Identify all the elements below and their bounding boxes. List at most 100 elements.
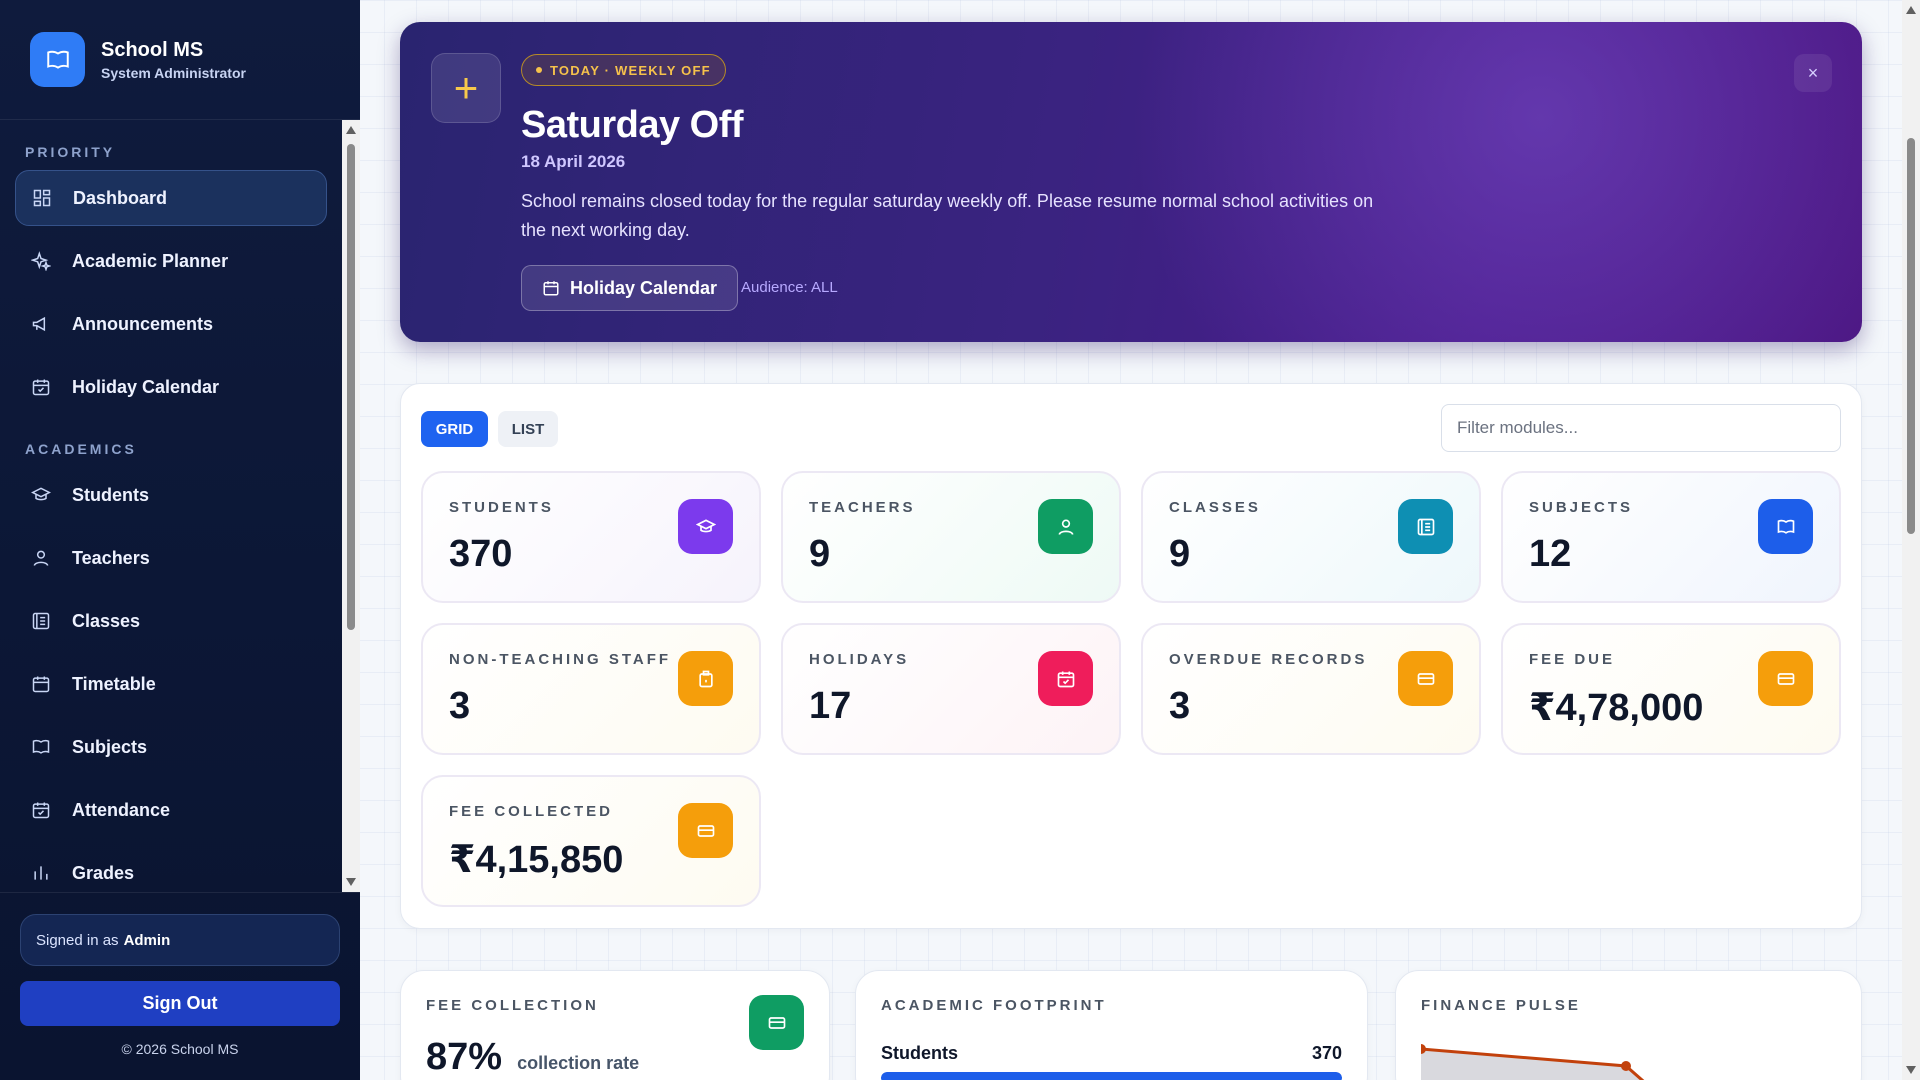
sidebar-item-subjects[interactable]: Subjects <box>15 719 327 775</box>
stat-card-fee-due[interactable]: FEE DUE ₹4,78,000 <box>1501 623 1841 755</box>
megaphone-icon <box>30 313 52 335</box>
filter-modules-input[interactable] <box>1441 404 1841 452</box>
close-icon[interactable]: × <box>1794 54 1832 92</box>
calendar-check-icon <box>30 799 52 821</box>
sidebar-item-classes[interactable]: Classes <box>15 593 327 649</box>
graduation-cap-icon <box>678 499 733 554</box>
brand-subtitle: System Administrator <box>101 64 246 81</box>
scroll-down-icon[interactable] <box>346 878 356 886</box>
bar-chart-icon <box>30 862 52 884</box>
list-box-icon <box>1398 499 1453 554</box>
stat-label: OVERDUE RECORDS <box>1169 651 1368 668</box>
sidebar-item-students[interactable]: Students <box>15 467 327 523</box>
user-icon <box>1038 499 1093 554</box>
stat-value: 3 <box>449 685 471 727</box>
stat-value: 3 <box>1169 685 1191 727</box>
calendar-check-icon <box>30 376 52 398</box>
sidebar-item-teachers[interactable]: Teachers <box>15 530 327 586</box>
card-icon <box>1398 651 1453 706</box>
sidebar-item-label: Announcements <box>72 313 214 334</box>
dot-icon <box>536 67 542 73</box>
list-box-icon <box>30 610 52 632</box>
status-badge: TODAY · WEEKLY OFF <box>521 54 726 86</box>
sidebar-item-label: Timetable <box>72 673 156 694</box>
stat-value: 9 <box>809 533 831 575</box>
sidebar-item-label: Subjects <box>72 736 148 757</box>
stat-value: 12 <box>1529 533 1572 575</box>
footprint-row-label: Students <box>881 1043 959 1063</box>
sidebar-item-holiday-calendar[interactable]: Holiday Calendar <box>15 359 327 415</box>
holiday-calendar-button[interactable]: Holiday Calendar <box>521 265 739 311</box>
stat-value: ₹4,15,850 <box>449 839 624 881</box>
fee-collection-card[interactable]: FEE COLLECTION 87% collection rate <box>400 970 830 1080</box>
page-scrollbar-thumb[interactable] <box>1907 138 1915 534</box>
sidebar-item-dashboard[interactable]: Dashboard <box>15 170 327 226</box>
sidebar-item-label: Holiday Calendar <box>72 376 220 397</box>
sidebar-item-announcements[interactable]: Announcements <box>15 296 327 352</box>
sidebar-item-attendance[interactable]: Attendance <box>15 782 327 838</box>
view-list-button[interactable]: LIST <box>498 411 558 447</box>
copyright: © 2026 School MS <box>121 1041 239 1057</box>
card-icon <box>678 803 733 858</box>
stat-label: STUDENTS <box>449 499 554 516</box>
academic-footprint-card: ACADEMIC FOOTPRINT Students 370 <box>855 970 1368 1080</box>
scroll-up-icon[interactable] <box>346 126 356 134</box>
sidebar-scrollbar[interactable] <box>342 120 360 892</box>
stat-card-non-teaching-staff[interactable]: NON-TEACHING STAFF 3 <box>421 623 761 755</box>
fee-collection-label: FEE COLLECTION <box>426 997 599 1014</box>
sidebar-item-label: Dashboard <box>73 187 168 208</box>
book-icon <box>1758 499 1813 554</box>
stat-label: FEE COLLECTED <box>449 803 614 820</box>
view-grid-button[interactable]: GRID <box>421 411 488 447</box>
calendar-icon <box>543 281 559 296</box>
stat-label: SUBJECTS <box>1529 499 1634 516</box>
stat-label: FEE DUE <box>1529 651 1616 668</box>
calendar-check-icon <box>1038 651 1093 706</box>
sidebar-item-academic-planner[interactable]: Academic Planner <box>15 233 327 289</box>
finance-pulse-label: FINANCE PULSE <box>1421 997 1581 1014</box>
sidebar-item-timetable[interactable]: Timetable <box>15 656 327 712</box>
user-icon <box>30 547 52 569</box>
stat-label: CLASSES <box>1169 499 1261 516</box>
banner-description: School remains closed today for the regu… <box>521 191 1374 240</box>
stat-card-holidays[interactable]: HOLIDAYS 17 <box>781 623 1121 755</box>
calendar-icon <box>30 673 52 695</box>
nav-section-title: ACADEMICS <box>25 441 137 457</box>
stat-label: HOLIDAYS <box>809 651 910 668</box>
stat-label: TEACHERS <box>809 499 916 516</box>
sidebar-footer: Signed in as Admin Sign Out © 2026 Schoo… <box>0 892 360 1080</box>
banner-title: Saturday Off <box>521 104 744 146</box>
sidebar-nav: PRIORITY Dashboard Academic Planner Anno… <box>0 120 342 892</box>
stat-card-students[interactable]: STUDENTS 370 <box>421 471 761 603</box>
badge-icon <box>678 651 733 706</box>
stat-card-overdue-records[interactable]: OVERDUE RECORDS 3 <box>1141 623 1481 755</box>
stat-value: 9 <box>1169 533 1191 575</box>
stat-card-classes[interactable]: CLASSES 9 <box>1141 471 1481 603</box>
page-scrollbar[interactable] <box>1902 0 1920 1080</box>
graduation-cap-icon <box>30 484 52 506</box>
stat-card-teachers[interactable]: TEACHERS 9 <box>781 471 1121 603</box>
finance-pulse-point <box>1621 1061 1631 1071</box>
stat-card-subjects[interactable]: SUBJECTS 12 <box>1501 471 1841 603</box>
signed-in-user: Admin <box>123 931 171 949</box>
sign-out-button[interactable]: Sign Out <box>20 981 340 1026</box>
academic-footprint-label: ACADEMIC FOOTPRINT <box>881 997 1107 1014</box>
sidebar-item-label: Students <box>72 484 150 505</box>
stat-value: 370 <box>449 533 513 575</box>
footprint-row-value: 370 <box>1311 1043 1342 1063</box>
signed-in-badge: Signed in as Admin <box>20 914 340 966</box>
footprint-progress-fill <box>881 1072 1342 1080</box>
book-icon <box>30 32 85 87</box>
sidebar-scrollbar-thumb[interactable] <box>347 144 355 630</box>
stat-card-fee-collected[interactable]: FEE COLLECTED ₹4,15,850 <box>421 775 761 907</box>
book-icon <box>30 736 52 758</box>
finance-pulse-chart <box>1421 1044 1645 1080</box>
brand: School MS System Administrator <box>0 0 360 120</box>
scroll-up-icon[interactable] <box>1906 6 1916 14</box>
sidebar-item-grades[interactable]: Grades <box>15 845 327 892</box>
signed-in-prefix: Signed in as <box>36 931 119 949</box>
scroll-down-icon[interactable] <box>1906 1066 1916 1074</box>
holiday-calendar-button-label: Holiday Calendar <box>570 277 718 298</box>
stat-label: NON-TEACHING STAFF <box>449 651 672 668</box>
nav-section-title: PRIORITY <box>25 144 116 160</box>
